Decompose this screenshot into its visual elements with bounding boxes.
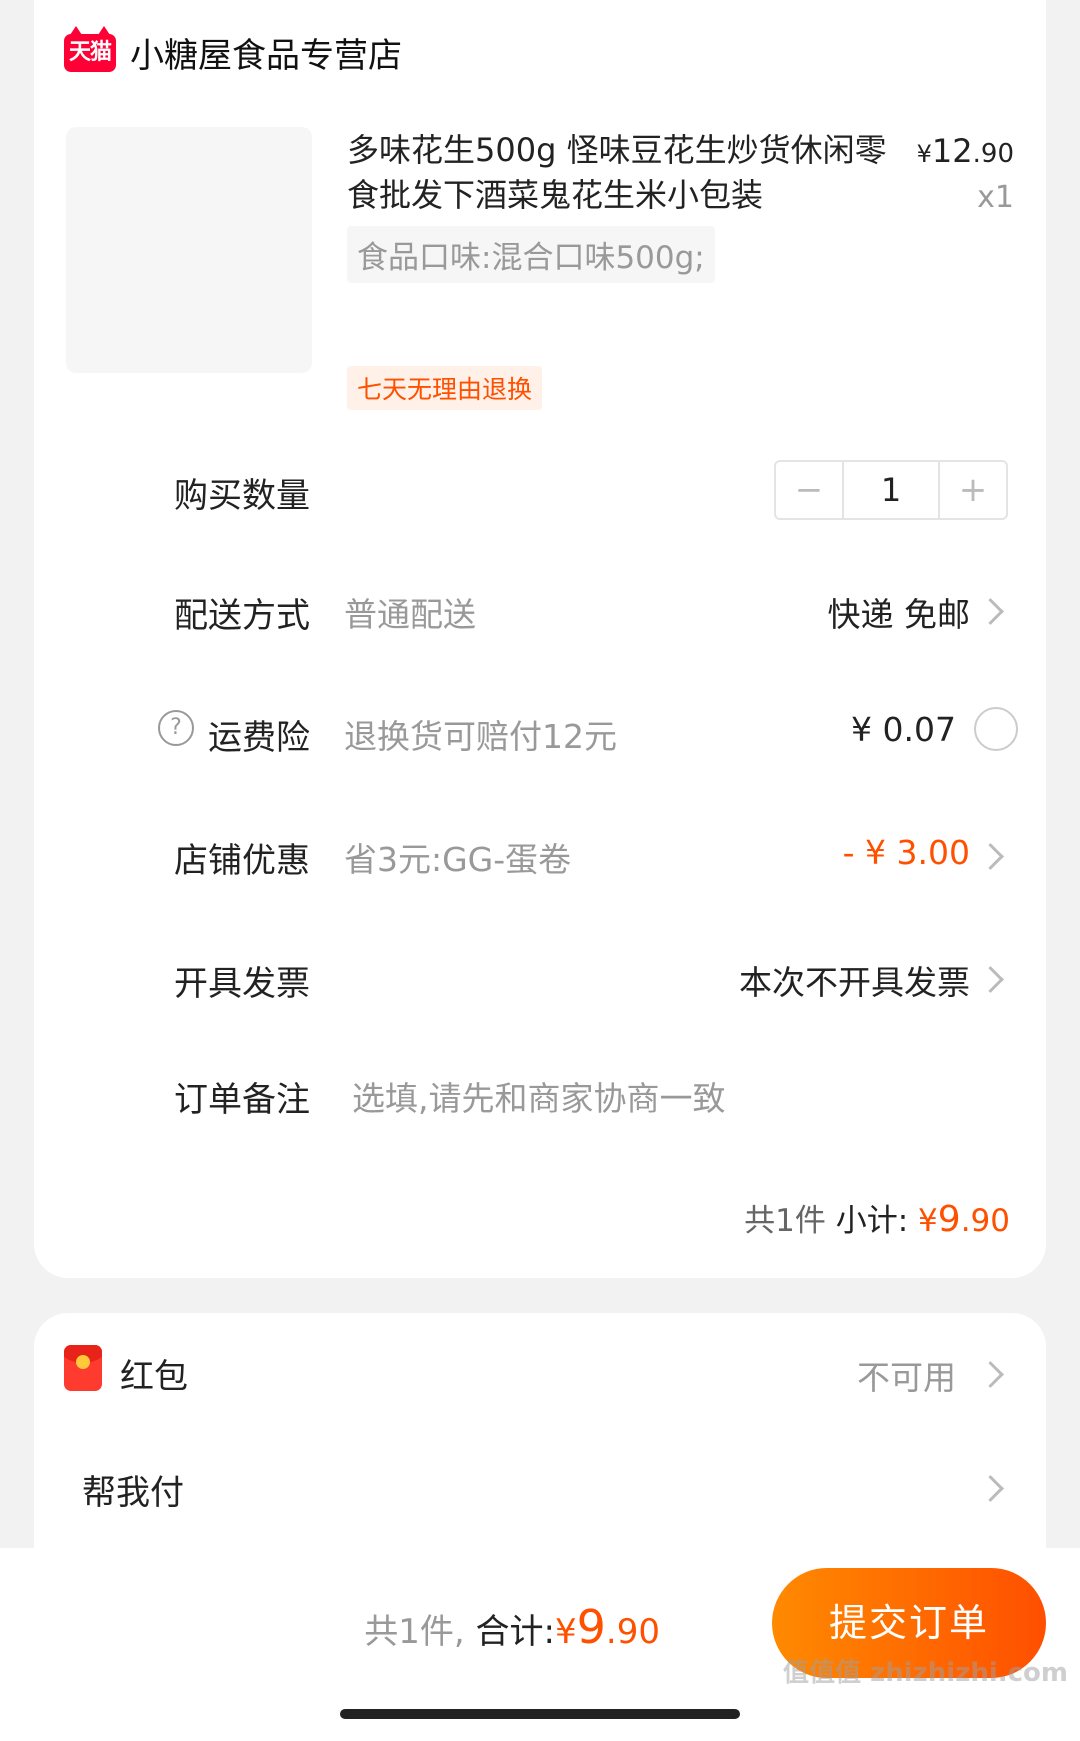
home-indicator[interactable]	[340, 1709, 740, 1719]
subtotal-count: 共1件	[744, 1203, 826, 1239]
chevron-right-icon	[977, 966, 1004, 993]
product-price: ¥12.90	[917, 132, 1014, 170]
delivery-method: 普通配送	[344, 595, 476, 634]
invoice-label: 开具发票	[174, 964, 310, 1004]
product-quantity: x1	[977, 180, 1014, 215]
watermark: 值值值 zhizhizhi.com	[783, 1658, 1068, 1688]
quantity-stepper[interactable]: − 1 +	[774, 460, 1008, 520]
chevron-right-icon	[977, 843, 1004, 870]
chevron-right-icon	[977, 1361, 1004, 1388]
subtotal-integer: 9	[937, 1199, 961, 1240]
total-label: 合计:	[475, 1612, 555, 1652]
subtotal: 共1件 小计: ¥9.90	[744, 1195, 1010, 1240]
product-spec: 食品口味:混合口味500g;	[347, 226, 715, 283]
tmall-logo-icon: 天猫	[64, 26, 116, 72]
payment-options-card: 红包 不可用 帮我付	[34, 1313, 1046, 1563]
total-decimal: .90	[605, 1612, 660, 1652]
insurance-label: 运费险	[208, 718, 310, 758]
chevron-right-icon	[977, 598, 1004, 625]
help-pay-label: 帮我付	[82, 1473, 184, 1513]
product-image[interactable]	[66, 127, 312, 373]
shop-name[interactable]: 小糖屋食品专营店	[130, 28, 402, 77]
subtotal-label: 小计:	[835, 1203, 919, 1239]
redpacket-label: 红包	[120, 1357, 188, 1397]
discount-label: 店铺优惠	[174, 841, 310, 881]
checkout-bar: 共1件, 合计:¥9.90 提交订单 值值值 zhizhizhi.com	[0, 1548, 1080, 1741]
price-integer: 12	[931, 132, 973, 170]
total-integer: 9	[576, 1600, 606, 1654]
discount-description: 省3元:GG-蛋卷	[344, 840, 572, 879]
quantity-value[interactable]: 1	[842, 462, 940, 518]
order-total: 共1件, 合计:¥9.90	[364, 1600, 660, 1654]
subtotal-symbol: ¥	[918, 1203, 938, 1239]
red-packet-icon	[64, 1345, 102, 1391]
price-symbol: ¥	[916, 140, 932, 168]
invoice-value: 本次不开具发票	[739, 963, 970, 1002]
insurance-description: 退换货可赔付12元	[344, 717, 617, 756]
order-note-input[interactable]: 选填,请先和商家协商一致	[352, 1072, 726, 1120]
subtotal-decimal: .90	[960, 1203, 1010, 1239]
decrease-button[interactable]: −	[776, 462, 842, 518]
quantity-label: 购买数量	[174, 476, 310, 516]
chevron-right-icon	[977, 1475, 1004, 1502]
discount-amount: - ¥ 3.00	[842, 833, 970, 872]
order-note-label: 订单备注	[174, 1080, 310, 1120]
insurance-price: ¥ 0.07	[851, 710, 956, 749]
product-title[interactable]: 多味花生500g 怪味豆花生炒货休闲零食批发下酒菜鬼花生米小包装	[347, 128, 907, 218]
total-symbol: ¥	[555, 1612, 577, 1652]
price-decimal: .90	[972, 139, 1014, 169]
total-count: 共1件,	[364, 1612, 465, 1652]
increase-button[interactable]: +	[940, 462, 1006, 518]
delivery-value: 快递 免邮	[827, 595, 971, 634]
insurance-radio[interactable]	[974, 707, 1018, 751]
order-card: 天猫 小糖屋食品专营店 多味花生500g 怪味豆花生炒货休闲零食批发下酒菜鬼花生…	[34, 0, 1046, 1278]
help-icon[interactable]: ?	[158, 710, 194, 746]
return-policy-tag: 七天无理由退换	[347, 366, 543, 410]
delivery-label: 配送方式	[174, 596, 310, 636]
redpacket-status: 不可用	[857, 1358, 956, 1397]
